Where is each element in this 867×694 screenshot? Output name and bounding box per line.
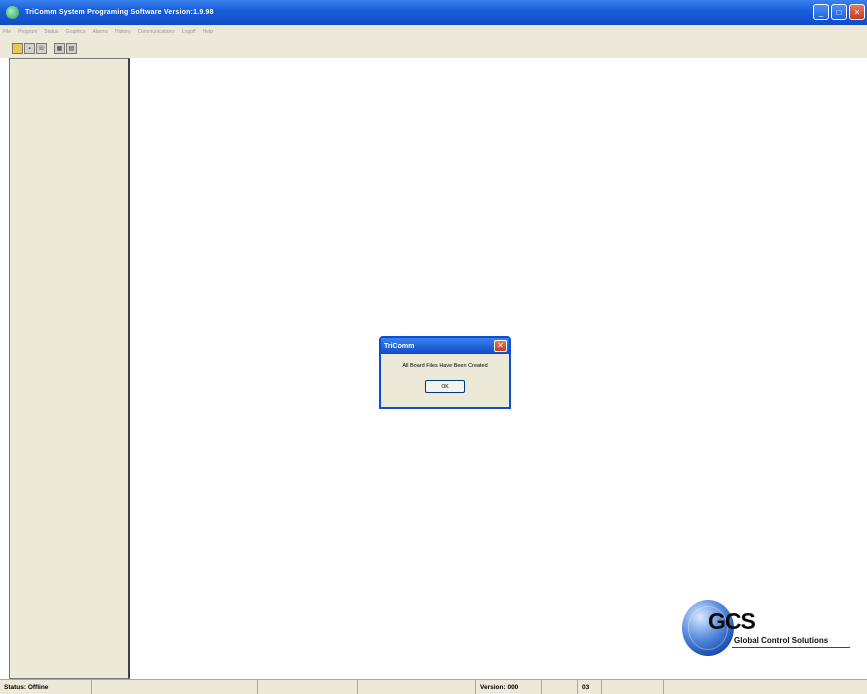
minimize-button[interactable]: _ (813, 4, 829, 20)
status-panel-4 (358, 680, 476, 694)
menu-status[interactable]: Status (44, 29, 58, 35)
title-bar: TriComm System Programing Software Versi… (0, 0, 867, 25)
status-text: Status: Offline (0, 680, 92, 694)
menu-history[interactable]: History (115, 29, 131, 35)
logo-underline (732, 647, 850, 648)
status-panel-8 (602, 680, 664, 694)
navigation-panel[interactable] (9, 58, 130, 679)
menu-graphics[interactable]: Graphics (65, 29, 85, 35)
version-text: Version: 000 (476, 680, 542, 694)
status-code: 03 (578, 680, 602, 694)
window-title: TriComm System Programing Software Versi… (25, 9, 214, 16)
menu-bar: File Program Status Graphics Alarms Hist… (0, 25, 867, 39)
menu-communications[interactable]: Communications (138, 29, 175, 35)
logo-name: GCS (708, 608, 756, 634)
dialog-title-bar: TriComm ✕ (381, 338, 509, 354)
menu-program[interactable]: Program (18, 29, 37, 35)
dialog-close-icon[interactable]: ✕ (494, 340, 507, 352)
menu-logoff[interactable]: Logoff (182, 29, 196, 35)
grid-icon[interactable]: ▦ (54, 43, 65, 54)
window-icon[interactable]: ▤ (66, 43, 77, 54)
left-margin (0, 58, 9, 679)
status-bar: Status: Offline Version: 000 03 (0, 679, 867, 694)
status-panel-6 (542, 680, 578, 694)
status-panel-3 (258, 680, 358, 694)
save-icon[interactable]: ▪ (24, 43, 35, 54)
status-panel-2 (92, 680, 258, 694)
gcs-logo: GCS Global Control Solutions (679, 598, 850, 660)
dialog-title: TriComm (384, 342, 415, 350)
message-dialog: TriComm ✕ All Board Files Have Been Crea… (379, 336, 511, 409)
toolbar: ▪ ☏ ▦ ▤ (0, 39, 867, 58)
window-controls: _ □ ✕ (813, 4, 865, 20)
maximize-button[interactable]: □ (831, 4, 847, 20)
menu-alarms[interactable]: Alarms (92, 29, 108, 35)
network-icon[interactable]: ☏ (36, 43, 47, 54)
close-button[interactable]: ✕ (849, 4, 865, 20)
menu-file[interactable]: File (3, 29, 11, 35)
dialog-message: All Board Files Have Been Created (402, 363, 488, 369)
open-folder-icon[interactable] (12, 43, 23, 54)
logo-subtitle: Global Control Solutions (734, 636, 829, 645)
ok-button[interactable]: OK (425, 380, 465, 393)
app-icon (6, 6, 19, 19)
menu-help[interactable]: Help (203, 29, 213, 35)
